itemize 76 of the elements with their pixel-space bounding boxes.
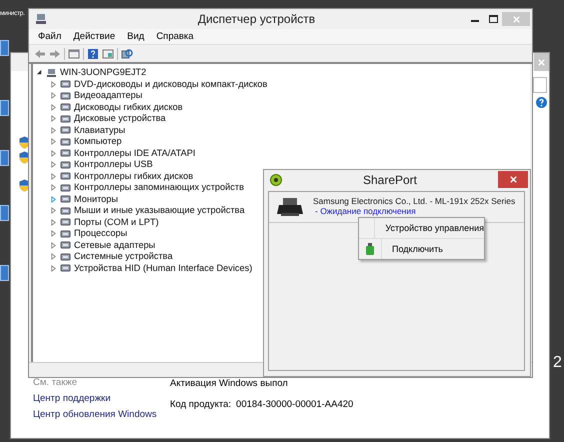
tree-item-label[interactable]: Сетевые адаптеры: [74, 240, 156, 251]
window-icon[interactable]: [102, 48, 114, 60]
desktop-text: 2: [553, 354, 562, 372]
tree-item-label[interactable]: Дисковые устройства: [74, 113, 166, 124]
tree-item-label[interactable]: Порты (COM и LPT): [74, 216, 159, 228]
back-arrow-icon[interactable]: [34, 48, 46, 60]
help-icon[interactable]: [536, 97, 547, 108]
see-also-heading: См. также: [33, 377, 78, 388]
tree-item-label[interactable]: DVD-дисководы и дисководы компакт-дисков: [74, 78, 268, 90]
tree-item-label[interactable]: Системные устройства: [74, 251, 173, 262]
close-icon: [537, 58, 546, 66]
tree-item-label[interactable]: Контроллеры запоминающих устройств: [74, 182, 244, 194]
desktop-icon[interactable]: [0, 150, 9, 166]
tree-item-label[interactable]: Мыши и иные указывающие устройства: [74, 205, 245, 216]
device-icon: [60, 160, 71, 170]
tree-item-label[interactable]: Контроллеры IDE ATA/ATAPI: [74, 148, 196, 159]
menu-item[interactable]: Вид: [127, 31, 144, 42]
device-icon: [60, 263, 71, 274]
close-button[interactable]: [498, 171, 528, 188]
device-icon: [60, 182, 71, 193]
forward-arrow-icon[interactable]: [49, 48, 61, 60]
device-icon: [60, 252, 71, 262]
activation-text: Активация Windows выпол: [170, 378, 289, 389]
computer-icon: [46, 68, 57, 78]
device-icon: [60, 228, 71, 239]
tree-item-label[interactable]: Клавиатуры: [74, 124, 126, 136]
desktop-icon[interactable]: [0, 100, 9, 116]
window-title: Диспетчер устройств: [196, 12, 316, 26]
usb-drive-icon: [366, 243, 374, 255]
menu-item[interactable]: Справка: [156, 31, 194, 42]
expand-arrow-icon[interactable]: [36, 69, 43, 76]
help-icon[interactable]: [87, 48, 99, 60]
computer-icon: [35, 13, 47, 25]
maximize-icon: [488, 15, 498, 23]
menu-item[interactable]: Действие: [73, 31, 116, 42]
device-icon: [60, 136, 71, 147]
desktop-icon[interactable]: [0, 265, 9, 281]
app-icon: [270, 174, 282, 186]
tree-root-label[interactable]: WIN-3UONPG9EJT2: [60, 67, 146, 78]
device-icon: [60, 125, 71, 136]
close-icon: [512, 14, 520, 24]
menu-item[interactable]: Подключить: [359, 238, 484, 259]
tree-item-label[interactable]: Дисководы гибких дисков: [74, 102, 183, 113]
link[interactable]: Центр обновления Windows: [33, 409, 170, 420]
close-icon: [508, 175, 518, 184]
tree-item-label[interactable]: Мониторы: [74, 194, 118, 205]
device-icon: [60, 171, 71, 182]
tree-item-label[interactable]: Контроллеры гибких дисков: [74, 170, 194, 182]
device-icon: [60, 79, 71, 90]
device-icon: [60, 240, 71, 250]
menu-item[interactable]: Устройство управления: [359, 218, 484, 238]
connection-status-link[interactable]: - Ожидание подключения: [315, 206, 516, 216]
printer-icon: [277, 196, 305, 218]
tree-item-label[interactable]: Видеоадаптеры: [74, 90, 142, 102]
device-icon: [60, 90, 71, 101]
tree-item-label[interactable]: Устройства HID (Human Interface Devices): [74, 262, 252, 274]
product-code: 00184-30000-00001-AA420: [236, 399, 354, 410]
tree-item-label[interactable]: Процессоры: [74, 228, 128, 240]
device-icon: [60, 194, 71, 204]
device-icon: [60, 114, 71, 124]
device-icon: [60, 217, 71, 228]
menu-item[interactable]: Файл: [38, 31, 62, 42]
product-code-label: Код продукта:: [170, 399, 232, 410]
search-field[interactable]: [533, 77, 547, 93]
properties-icon[interactable]: [68, 48, 80, 60]
link[interactable]: Центр поддержки: [33, 393, 170, 404]
tree-item-label[interactable]: Компьютер: [74, 136, 122, 148]
device-icon: [60, 102, 71, 112]
tree-item-label[interactable]: Контроллеры USB: [74, 159, 153, 170]
window-title: SharePort: [362, 172, 418, 186]
device-icon: [60, 206, 71, 216]
desktop-icon[interactable]: [0, 40, 9, 56]
desktop-icon[interactable]: [0, 205, 9, 221]
scan-icon[interactable]: [121, 48, 133, 60]
device-icon: [60, 148, 71, 158]
device-name: Samsung Electronics Co., Ltd. - ML-191x 252x Series: [313, 196, 516, 206]
